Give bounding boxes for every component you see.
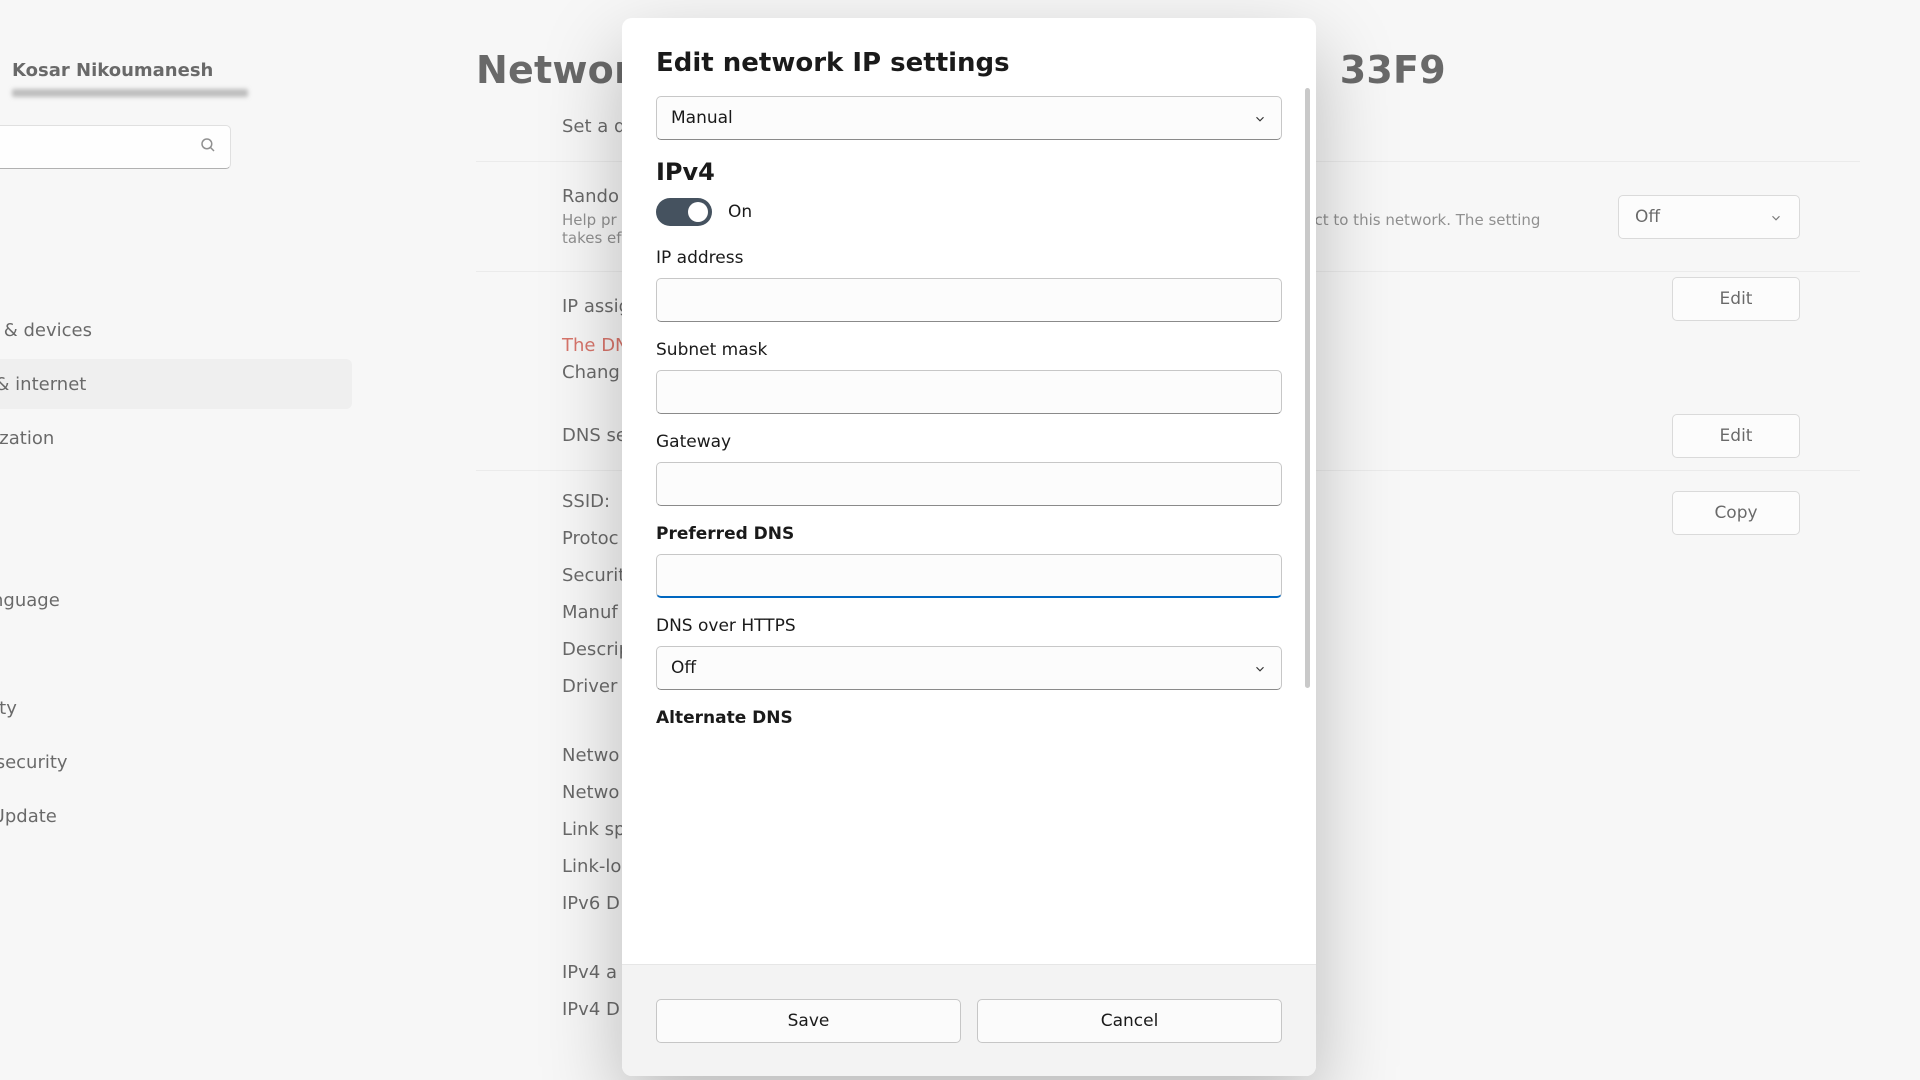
modal-footer: Save Cancel	[622, 964, 1316, 1076]
doh-field: DNS over HTTPS Off	[656, 616, 1282, 690]
ip-address-label: IP address	[656, 248, 1282, 268]
subnet-input-wrap	[656, 370, 1282, 414]
preferred-dns-input-wrap	[656, 554, 1282, 598]
modal-title: Edit network IP settings	[656, 48, 1282, 78]
alternate-dns-field: Alternate DNS	[656, 708, 1282, 728]
save-button[interactable]: Save	[656, 999, 961, 1043]
chevron-down-icon	[1253, 111, 1267, 125]
preferred-dns-label: Preferred DNS	[656, 524, 1282, 544]
gateway-label: Gateway	[656, 432, 1282, 452]
ipv4-toggle[interactable]	[656, 198, 712, 226]
modal-body: Edit network IP settings Manual IPv4 On …	[622, 18, 1316, 964]
gateway-field: Gateway	[656, 432, 1282, 506]
chevron-down-icon	[1253, 661, 1267, 675]
subnet-input[interactable]	[671, 371, 1267, 413]
alternate-dns-label: Alternate DNS	[656, 708, 1282, 728]
ipv4-toggle-label: On	[728, 202, 752, 222]
ipv4-heading: IPv4	[656, 158, 1282, 186]
assignment-select[interactable]: Manual	[656, 96, 1282, 140]
doh-value: Off	[671, 658, 696, 678]
ip-address-field: IP address	[656, 248, 1282, 322]
doh-select[interactable]: Off	[656, 646, 1282, 690]
preferred-dns-input[interactable]	[671, 555, 1267, 596]
ip-address-input[interactable]	[671, 279, 1267, 321]
ipv4-toggle-row: On	[656, 198, 1282, 226]
subnet-field: Subnet mask	[656, 340, 1282, 414]
modal-scrollbar[interactable]	[1305, 88, 1310, 958]
doh-label: DNS over HTTPS	[656, 616, 1282, 636]
preferred-dns-field: Preferred DNS	[656, 524, 1282, 598]
gateway-input-wrap	[656, 462, 1282, 506]
ip-address-input-wrap	[656, 278, 1282, 322]
assignment-field: Manual	[656, 96, 1282, 140]
gateway-input[interactable]	[671, 463, 1267, 505]
subnet-label: Subnet mask	[656, 340, 1282, 360]
cancel-button[interactable]: Cancel	[977, 999, 1282, 1043]
edit-ip-modal: Edit network IP settings Manual IPv4 On …	[622, 18, 1316, 1076]
assignment-value: Manual	[671, 108, 733, 128]
